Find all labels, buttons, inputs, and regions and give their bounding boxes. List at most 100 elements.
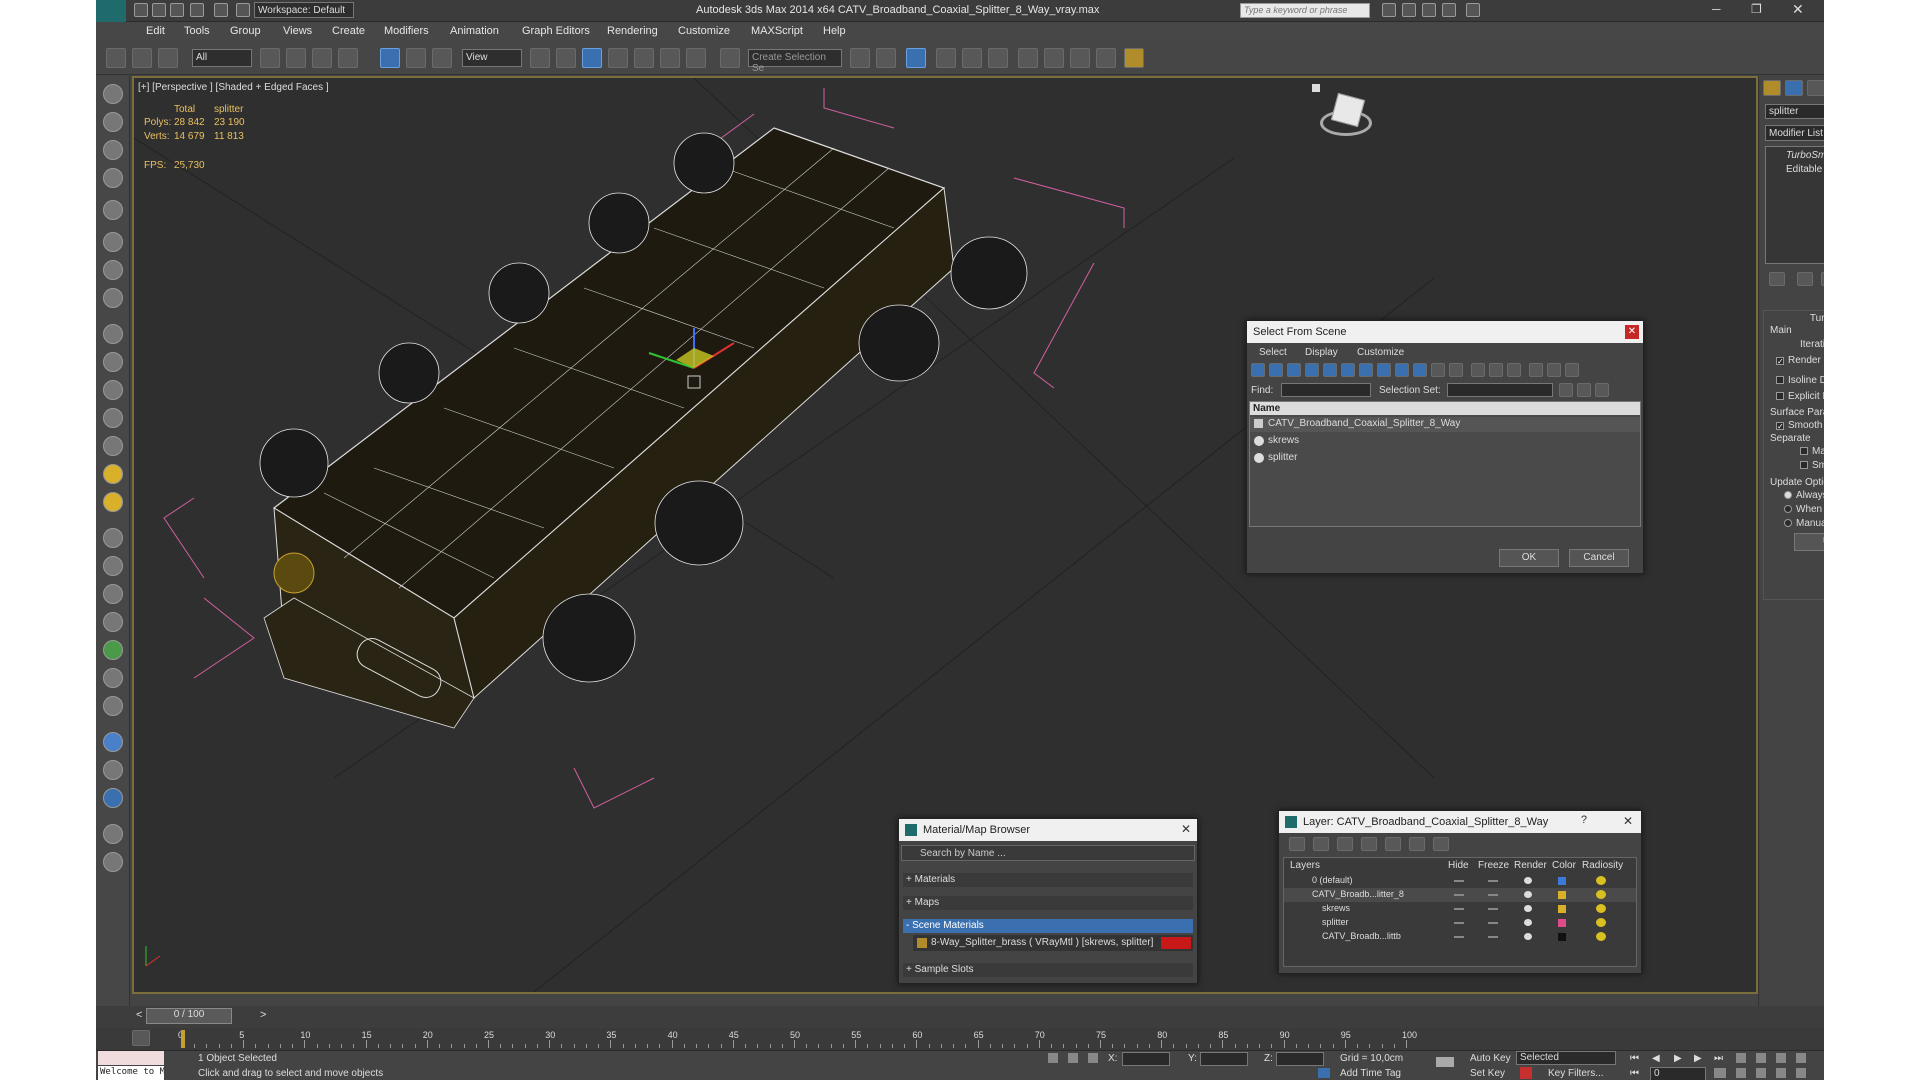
go-to-start-icon[interactable]: ⏮ [1630,1053,1639,1064]
menu-customize[interactable]: Customize [678,25,730,37]
absolute-mode-icon[interactable] [1088,1053,1098,1063]
spinner-snap-icon[interactable] [686,48,706,68]
filter-geometry-icon[interactable] [1251,363,1265,377]
layer-col-radiosity[interactable]: Radiosity [1582,860,1623,871]
warning-icon[interactable] [1124,48,1144,68]
stack-item-turbosmooth[interactable]: TurboSmooth [1786,150,1824,161]
select-rotate-icon[interactable] [406,48,426,68]
radiosity-icon[interactable] [1596,932,1606,941]
helpers-icon[interactable] [103,288,123,308]
layer-dialog-close-button[interactable]: ✕ [1623,814,1633,828]
layer-dialog-help-button[interactable]: ? [1581,814,1587,826]
torus-icon[interactable] [103,408,123,428]
ground-screw[interactable] [273,552,315,594]
filter-frozen-icon[interactable] [1431,363,1445,377]
filter-shapes-icon[interactable] [1269,363,1283,377]
set-key-button[interactable]: Set Key [1470,1068,1505,1079]
key-mode-toggle-icon[interactable]: ⏮ [1630,1068,1639,1079]
radiosity-icon[interactable] [1596,876,1606,885]
globe-icon[interactable] [103,612,123,632]
material-group-scene-materials[interactable]: - Scene Materials [903,919,1193,933]
object-row-splitter[interactable]: splitter [1250,451,1640,466]
material-group-sample-slots[interactable]: + Sample Slots [903,963,1193,977]
pin-stack-icon[interactable] [1769,272,1785,286]
shaded-sphere-icon[interactable] [103,788,123,808]
viewcube-home-icon[interactable] [1312,84,1320,92]
z-coordinate-field[interactable] [1276,1052,1324,1066]
selection-set-dropdown[interactable] [1447,383,1553,397]
filter-containers-icon[interactable] [1413,363,1427,377]
always-radio[interactable] [1784,491,1792,499]
select-all-icon[interactable] [1471,363,1485,377]
time-slider[interactable]: < 0 / 100 > [96,1006,1824,1028]
omni-light-icon[interactable] [103,492,123,512]
minimize-button[interactable]: ─ [1712,2,1721,16]
previous-frame-icon[interactable]: ◀ [1652,1053,1660,1064]
add-to-layer-icon[interactable] [1337,837,1353,851]
compound-icon[interactable] [103,584,123,604]
material-browser-close-button[interactable]: ✕ [1181,822,1191,836]
hierarchy-icon[interactable] [103,140,123,160]
mini-curve-editor-icon[interactable] [132,1030,150,1046]
smooth-result-row[interactable]: Smooth Result [1776,420,1824,431]
show-end-result-icon[interactable] [1797,272,1813,286]
search-input[interactable]: Type a keyword or phrase [1240,3,1370,18]
maximize-viewport-icon[interactable] [1796,1068,1806,1078]
select-invert-icon[interactable] [1507,363,1521,377]
sort-icon[interactable] [1565,363,1579,377]
freeze-toggle-icon[interactable] [1488,908,1498,910]
filter-groups-icon[interactable] [1359,363,1373,377]
select-object-icon[interactable] [260,48,280,68]
filter-helpers-icon[interactable] [1323,363,1337,377]
menu-maxscript[interactable]: MAXScript [751,25,803,37]
pan-icon[interactable] [1756,1068,1766,1078]
manipulate-icon[interactable] [556,48,576,68]
delete-layer-icon[interactable] [1313,837,1329,851]
freeze-toggle-icon[interactable] [1488,894,1498,896]
auto-key-button[interactable]: Auto Key [1470,1053,1511,1064]
keyboard-shortcut-override-icon[interactable] [582,48,602,68]
select-scale-icon[interactable] [432,48,452,68]
isoline-checkbox[interactable] [1776,376,1784,384]
workspace-dropdown[interactable]: Workspace: Default [254,2,354,18]
render-iters-row[interactable]: Render Iters: [1776,355,1824,366]
smooth-result-checkbox[interactable] [1776,422,1784,430]
display-influences-icon[interactable] [1547,363,1561,377]
time-slider-prev-arrow[interactable]: < [136,1009,142,1021]
y-coordinate-field[interactable] [1200,1052,1248,1066]
render-teapot-icon[interactable] [1524,905,1532,912]
render-icon[interactable] [103,760,123,780]
select-menu-select[interactable]: Select [1259,347,1287,358]
smoothing-groups-checkbox[interactable] [1800,461,1808,469]
material-search-input[interactable]: Search by Name ... [901,845,1195,861]
render-teapot-icon[interactable] [1524,891,1532,898]
reference-coordinate-dropdown[interactable]: View [462,49,522,67]
zoom-icon[interactable] [1736,1053,1746,1063]
filter-spacewarps-icon[interactable] [1341,363,1355,377]
display-icon[interactable] [103,112,123,132]
layer-color-swatch[interactable] [1558,919,1566,927]
menu-modifiers[interactable]: Modifiers [384,25,429,37]
material-group-maps[interactable]: + Maps [903,896,1193,910]
object-row-catv[interactable]: CATV_Broadband_Coaxial_Splitter_8_Way [1250,417,1640,432]
layer-col-render[interactable]: Render [1514,860,1547,871]
layer-table[interactable]: Layers Hide Freeze Render Color Radiosit… [1283,857,1637,967]
add-time-tag[interactable]: Add Time Tag [1340,1068,1401,1079]
selection-set-add-icon[interactable] [1577,383,1591,397]
select-by-name-icon[interactable] [286,48,306,68]
layers-icon[interactable] [103,824,123,844]
select-dialog-close-button[interactable]: ✕ [1625,325,1639,339]
current-frame-field[interactable]: 0 [1650,1067,1706,1080]
key-filters-button[interactable]: Key Filters... [1548,1068,1604,1079]
hide-toggle-icon[interactable] [1454,936,1464,938]
communication-icon[interactable] [1422,3,1436,17]
object-name-field[interactable]: splitter [1765,104,1824,119]
bind-space-warp-icon[interactable] [158,48,178,68]
time-slider-next-arrow[interactable]: > [260,1009,266,1021]
smoothing-groups-row[interactable]: Smoothing Groups [1800,460,1824,471]
freeze-toggle-icon[interactable] [1488,922,1498,924]
menu-group[interactable]: Group [230,25,261,37]
foliage-icon[interactable] [103,640,123,660]
freeze-toggle-icon[interactable] [1488,880,1498,882]
box-icon[interactable] [103,324,123,344]
